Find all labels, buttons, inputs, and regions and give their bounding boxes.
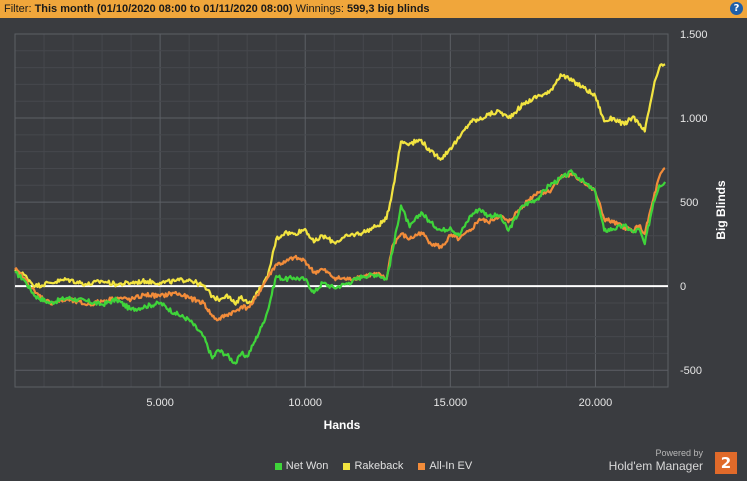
x-tick-label: 5.000: [146, 397, 174, 409]
filter-label: Filter:: [4, 3, 32, 15]
y-tick-label: 1.500: [680, 29, 708, 41]
legend-swatch: [343, 462, 351, 470]
filter-period: This month (01/10/2020 08:00 to 01/11/20…: [34, 3, 293, 15]
y-tick-label: 1.000: [680, 113, 708, 125]
legend-item-all-in-ev[interactable]: All-In EV: [418, 460, 472, 472]
help-icon[interactable]: ?: [730, 2, 743, 15]
winnings-label: Winnings:: [295, 3, 344, 15]
legend-label: All-In EV: [429, 460, 473, 472]
winnings-value: 599,3 big blinds: [347, 3, 430, 15]
y-tick-label: 0: [680, 281, 686, 293]
plot-area: [15, 34, 668, 387]
legend-label: Rakeback: [354, 460, 404, 472]
filter-bar: Filter: This month (01/10/2020 08:00 to …: [0, 0, 747, 18]
y-axis-label: Big Blinds: [714, 180, 728, 240]
winnings-chart: 5.000 10.000 15.000 20.000 -500 0 500 1.000 1.50…: [14, 29, 728, 432]
y-tick-label: -500: [680, 365, 702, 377]
y-tick-label: 500: [680, 197, 698, 209]
brand-name: Hold'em Manager: [608, 459, 703, 473]
x-tick-label: 20.000: [579, 397, 613, 409]
legend-item-net-won[interactable]: Net Won: [274, 460, 329, 472]
legend-swatch: [418, 462, 426, 470]
legend-swatch: [274, 462, 282, 470]
legend-item-rakeback[interactable]: Rakeback: [343, 460, 403, 472]
brand: Powered by Hold'em Manager 2: [597, 448, 737, 478]
x-tick-label: 10.000: [288, 397, 322, 409]
x-axis-label: Hands: [324, 418, 361, 432]
x-tick-label: 15.000: [434, 397, 468, 409]
powered-by-text: Powered by: [655, 448, 703, 458]
legend-label: Net Won: [285, 460, 329, 472]
brand-logo-icon: 2: [715, 452, 737, 474]
